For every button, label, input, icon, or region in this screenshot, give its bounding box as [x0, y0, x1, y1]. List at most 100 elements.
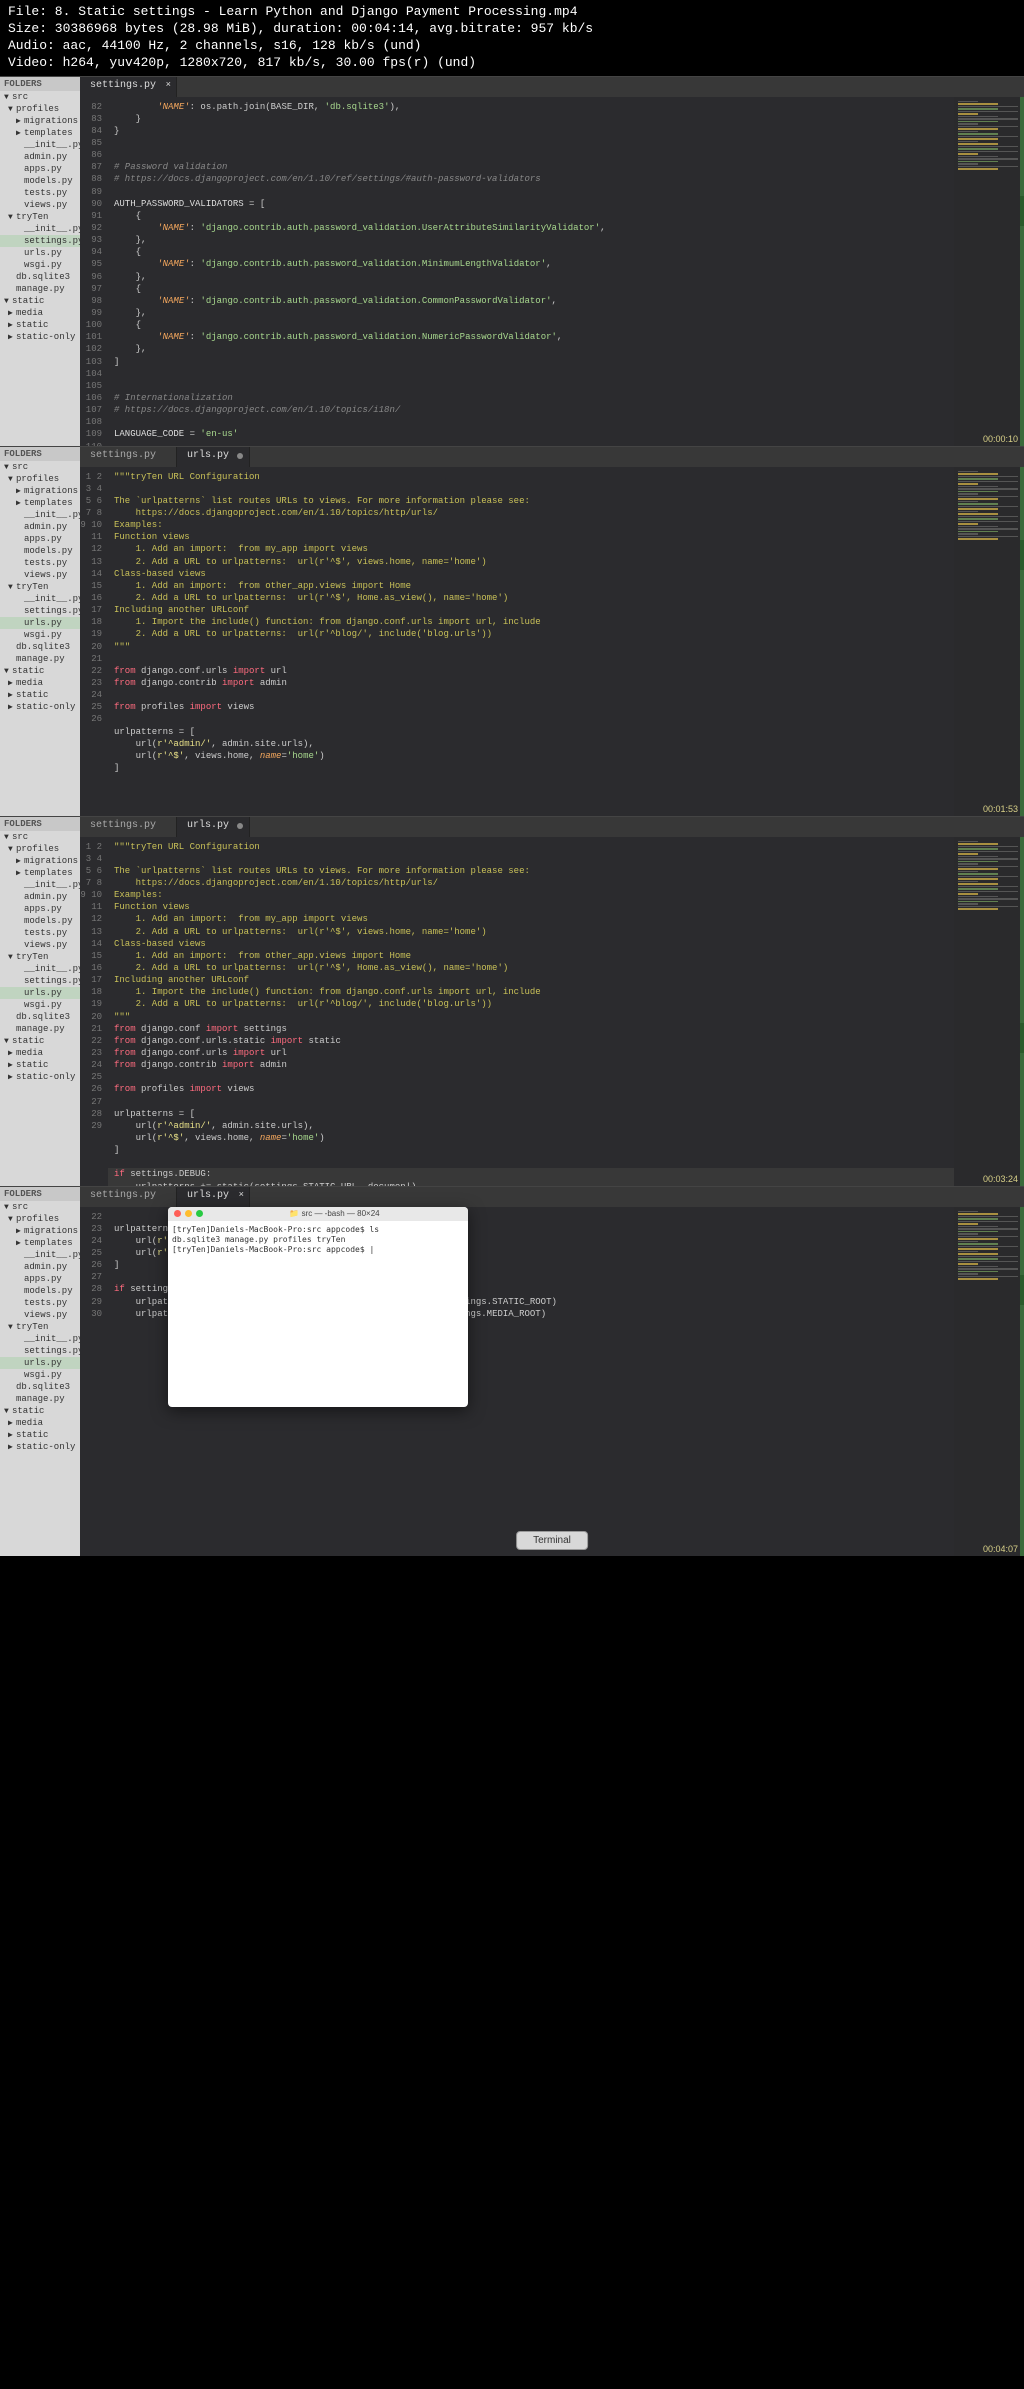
tree-item[interactable]: urls.py [0, 987, 80, 999]
tree-item[interactable]: urls.py [0, 617, 80, 629]
close-icon[interactable]: × [166, 80, 171, 90]
tree-item[interactable]: models.py [0, 915, 80, 927]
tree-item[interactable]: manage.py [0, 283, 80, 295]
minimap[interactable] [954, 1207, 1024, 1556]
tree-item[interactable]: __init__.py [0, 139, 80, 151]
code-content[interactable]: 'NAME': os.path.join(BASE_DIR, 'db.sqlit… [108, 97, 954, 446]
tree-item[interactable]: ▼profiles [0, 473, 80, 485]
tree-item[interactable]: ▼tryTen [0, 951, 80, 963]
tree-item[interactable]: settings.py [0, 975, 80, 987]
tree-item[interactable]: urls.py [0, 1357, 80, 1369]
terminal-button[interactable]: Terminal [516, 1531, 588, 1550]
tree-item[interactable]: manage.py [0, 653, 80, 665]
tree-item[interactable]: ▼src [0, 1201, 80, 1213]
tree-item[interactable]: wsgi.py [0, 259, 80, 271]
tree-item[interactable]: ▶static-only [0, 1441, 80, 1453]
tab[interactable]: settings.py [80, 1187, 177, 1207]
tree-item[interactable]: ▶templates [0, 867, 80, 879]
tree-item[interactable]: ▶migrations [0, 115, 80, 127]
tab[interactable]: urls.py [177, 817, 250, 837]
tree-item[interactable]: settings.py [0, 235, 80, 247]
tree-item[interactable]: ▶static [0, 1429, 80, 1441]
tree-item[interactable]: __init__.py [0, 879, 80, 891]
tree-item[interactable]: apps.py [0, 903, 80, 915]
tab[interactable]: urls.py [177, 447, 250, 467]
tree-item[interactable]: ▶migrations [0, 855, 80, 867]
tree-item[interactable]: admin.py [0, 1261, 80, 1273]
tree-item[interactable]: __init__.py [0, 1333, 80, 1345]
minimize-window-icon[interactable] [185, 1210, 192, 1217]
tree-item[interactable]: views.py [0, 199, 80, 211]
tree-item[interactable]: tests.py [0, 187, 80, 199]
tree-item[interactable]: db.sqlite3 [0, 1381, 80, 1393]
tree-item[interactable]: admin.py [0, 151, 80, 163]
tree-item[interactable]: __init__.py [0, 1249, 80, 1261]
tree-item[interactable]: ▼static [0, 1405, 80, 1417]
tree-item[interactable]: apps.py [0, 533, 80, 545]
tree-item[interactable]: __init__.py [0, 963, 80, 975]
tree-item[interactable]: ▶static-only [0, 701, 80, 713]
code-content[interactable]: """tryTen URL Configuration The `urlpatt… [108, 837, 954, 1186]
tree-item[interactable]: ▼static [0, 665, 80, 677]
tree-item[interactable]: urls.py [0, 247, 80, 259]
tree-item[interactable]: ▶media [0, 307, 80, 319]
tree-item[interactable]: apps.py [0, 163, 80, 175]
minimap[interactable] [954, 837, 1024, 1186]
tree-item[interactable]: db.sqlite3 [0, 641, 80, 653]
tree-item[interactable]: admin.py [0, 891, 80, 903]
tree-item[interactable]: ▼static [0, 295, 80, 307]
tree-item[interactable]: ▶migrations [0, 485, 80, 497]
tree-item[interactable]: db.sqlite3 [0, 271, 80, 283]
code-area[interactable]: 82 83 84 85 86 87 88 89 90 91 92 93 94 9… [80, 97, 1024, 446]
tree-item[interactable]: ▼src [0, 91, 80, 103]
tree-item[interactable]: admin.py [0, 521, 80, 533]
tree-item[interactable]: ▼tryTen [0, 1321, 80, 1333]
tree-item[interactable]: ▶templates [0, 127, 80, 139]
tree-item[interactable]: ▶static [0, 689, 80, 701]
tree-item[interactable]: __init__.py [0, 509, 80, 521]
tree-item[interactable]: __init__.py [0, 593, 80, 605]
tree-item[interactable]: models.py [0, 545, 80, 557]
tree-item[interactable]: tests.py [0, 557, 80, 569]
tree-item[interactable]: ▶templates [0, 497, 80, 509]
tree-item[interactable]: ▶static-only [0, 1071, 80, 1083]
tree-item[interactable]: ▶static [0, 319, 80, 331]
tree-item[interactable]: views.py [0, 1309, 80, 1321]
tree-item[interactable]: tests.py [0, 1297, 80, 1309]
terminal-body[interactable]: [tryTen]Daniels-MacBook-Pro:src appcode$… [168, 1221, 468, 1260]
tree-item[interactable]: ▼tryTen [0, 581, 80, 593]
tree-item[interactable]: wsgi.py [0, 999, 80, 1011]
tree-item[interactable]: wsgi.py [0, 629, 80, 641]
code-area[interactable]: 1 2 3 4 5 6 7 8 9 10 11 12 13 14 15 16 1… [80, 837, 1024, 1186]
tree-item[interactable]: ▼profiles [0, 103, 80, 115]
tree-item[interactable]: apps.py [0, 1273, 80, 1285]
tree-item[interactable]: settings.py [0, 1345, 80, 1357]
tree-item[interactable]: views.py [0, 939, 80, 951]
tree-item[interactable]: manage.py [0, 1393, 80, 1405]
tree-item[interactable]: ▼profiles [0, 1213, 80, 1225]
minimap[interactable] [954, 97, 1024, 446]
tree-item[interactable]: ▶media [0, 1417, 80, 1429]
close-icon[interactable]: × [239, 1190, 244, 1200]
terminal-titlebar[interactable]: 📁 src — -bash — 80×24 [168, 1207, 468, 1221]
tree-item[interactable]: models.py [0, 175, 80, 187]
tab[interactable]: settings.py [80, 447, 177, 467]
tree-item[interactable]: ▶static [0, 1059, 80, 1071]
code-content[interactable]: """tryTen URL Configuration The `urlpatt… [108, 467, 954, 816]
tree-item[interactable]: tests.py [0, 927, 80, 939]
maximize-window-icon[interactable] [196, 1210, 203, 1217]
tree-item[interactable]: ▼src [0, 831, 80, 843]
tree-item[interactable]: ▶media [0, 1047, 80, 1059]
tab[interactable]: settings.py× [80, 77, 177, 97]
tree-item[interactable]: views.py [0, 569, 80, 581]
tree-item[interactable]: db.sqlite3 [0, 1011, 80, 1023]
tree-item[interactable]: ▶media [0, 677, 80, 689]
tree-item[interactable]: manage.py [0, 1023, 80, 1035]
code-area[interactable]: 1 2 3 4 5 6 7 8 9 10 11 12 13 14 15 16 1… [80, 467, 1024, 816]
tree-item[interactable]: wsgi.py [0, 1369, 80, 1381]
tree-item[interactable]: models.py [0, 1285, 80, 1297]
minimap[interactable] [954, 467, 1024, 816]
tab[interactable]: settings.py [80, 817, 177, 837]
tree-item[interactable]: ▶migrations [0, 1225, 80, 1237]
tree-item[interactable]: ▶static-only [0, 331, 80, 343]
